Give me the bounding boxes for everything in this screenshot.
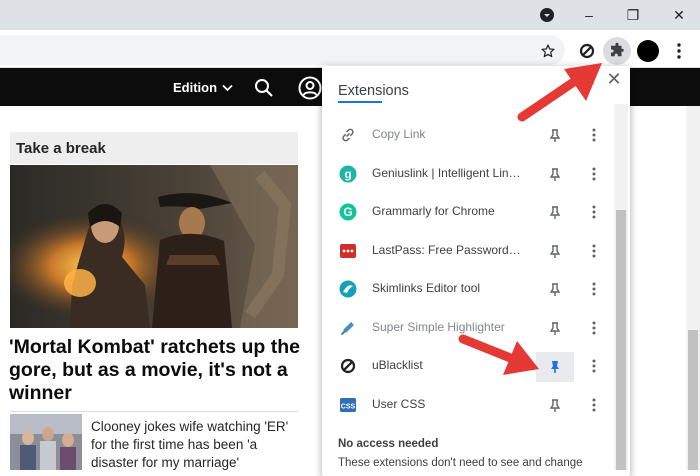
extension-name: Geniuslink | Intelligent Link Management xyxy=(372,166,524,180)
edition-label: Edition xyxy=(173,80,218,95)
grammarly-icon: G xyxy=(338,202,358,222)
extension-name: Copy Link xyxy=(372,127,426,141)
extension-row-lastpass[interactable]: LastPass: Free Password Manager xyxy=(322,232,614,270)
minimize-button[interactable]: – xyxy=(566,0,612,30)
popup-title: Extensions xyxy=(338,83,409,99)
svg-text:G: G xyxy=(343,205,352,219)
lastpass-icon xyxy=(338,241,358,261)
article-thumbnail[interactable] xyxy=(10,414,82,470)
extension-row-grammarly[interactable]: G Grammarly for Chrome xyxy=(322,193,614,231)
no-access-description: These extensions don't need to see and c… xyxy=(338,457,583,469)
edition-menu[interactable]: Edition xyxy=(173,80,233,95)
article-subheadline[interactable]: Clooney jokes wife watching 'ER' for the… xyxy=(91,418,306,472)
site-account-icon[interactable] xyxy=(298,76,322,105)
extension-name: User CSS xyxy=(372,397,426,411)
address-bar[interactable] xyxy=(0,35,565,65)
pin-icon[interactable] xyxy=(536,391,574,421)
article-divider xyxy=(10,411,298,412)
profile-menu-icon[interactable] xyxy=(524,0,570,30)
chrome-menu-icon[interactable] xyxy=(665,37,693,65)
site-search-icon[interactable] xyxy=(254,78,274,103)
article-headline[interactable]: 'Mortal Kombat' ratchets up the gore, bu… xyxy=(9,336,304,405)
popup-scrollbar-thumb[interactable] xyxy=(616,210,626,470)
extension-name: LastPass: Free Password Manager xyxy=(372,243,524,257)
geniuslink-icon: g xyxy=(338,164,358,184)
link-icon xyxy=(338,125,358,145)
hero-image[interactable] xyxy=(10,165,298,328)
close-window-button[interactable]: ✕ xyxy=(656,0,700,30)
section-heading: Take a break xyxy=(10,132,298,164)
chevron-down-icon xyxy=(222,84,233,91)
pin-icon[interactable] xyxy=(536,160,574,190)
extension-name: Skimlinks Editor tool xyxy=(372,281,481,295)
pin-icon[interactable] xyxy=(536,275,574,305)
no-access-heading: No access needed xyxy=(338,438,439,450)
extension-menu-icon[interactable] xyxy=(584,393,604,417)
highlighter-icon xyxy=(338,318,358,338)
skimlinks-icon xyxy=(338,279,358,299)
popup-title-underline xyxy=(338,101,382,103)
extension-menu-icon[interactable] xyxy=(584,239,604,263)
page-scrollbar-thumb[interactable] xyxy=(688,330,698,470)
extension-name: Grammarly for Chrome xyxy=(372,204,495,218)
pin-icon[interactable] xyxy=(536,121,574,151)
extension-menu-icon[interactable] xyxy=(584,277,604,301)
svg-text:CSS: CSS xyxy=(341,404,356,411)
svg-text:g: g xyxy=(344,167,351,181)
profile-avatar[interactable] xyxy=(637,40,659,62)
extension-menu-icon[interactable] xyxy=(584,200,604,224)
pin-icon[interactable] xyxy=(536,237,574,267)
extension-row-geniuslink[interactable]: g Geniuslink | Intelligent Link Manageme… xyxy=(322,155,614,193)
extension-row-user-css[interactable]: CSS User CSS xyxy=(322,386,614,424)
extension-menu-icon[interactable] xyxy=(584,316,604,340)
ublacklist-icon xyxy=(338,356,358,376)
extension-row-skimlinks[interactable]: Skimlinks Editor tool xyxy=(322,270,614,308)
pin-icon[interactable] xyxy=(536,198,574,228)
restore-button[interactable]: ❐ xyxy=(610,0,656,30)
annotation-arrow-extensions xyxy=(517,63,602,122)
extension-menu-icon[interactable] xyxy=(584,123,604,147)
extension-menu-icon[interactable] xyxy=(584,354,604,378)
annotation-arrow-pin xyxy=(458,334,539,375)
usercss-icon: CSS xyxy=(338,395,358,415)
extension-menu-icon[interactable] xyxy=(584,162,604,186)
